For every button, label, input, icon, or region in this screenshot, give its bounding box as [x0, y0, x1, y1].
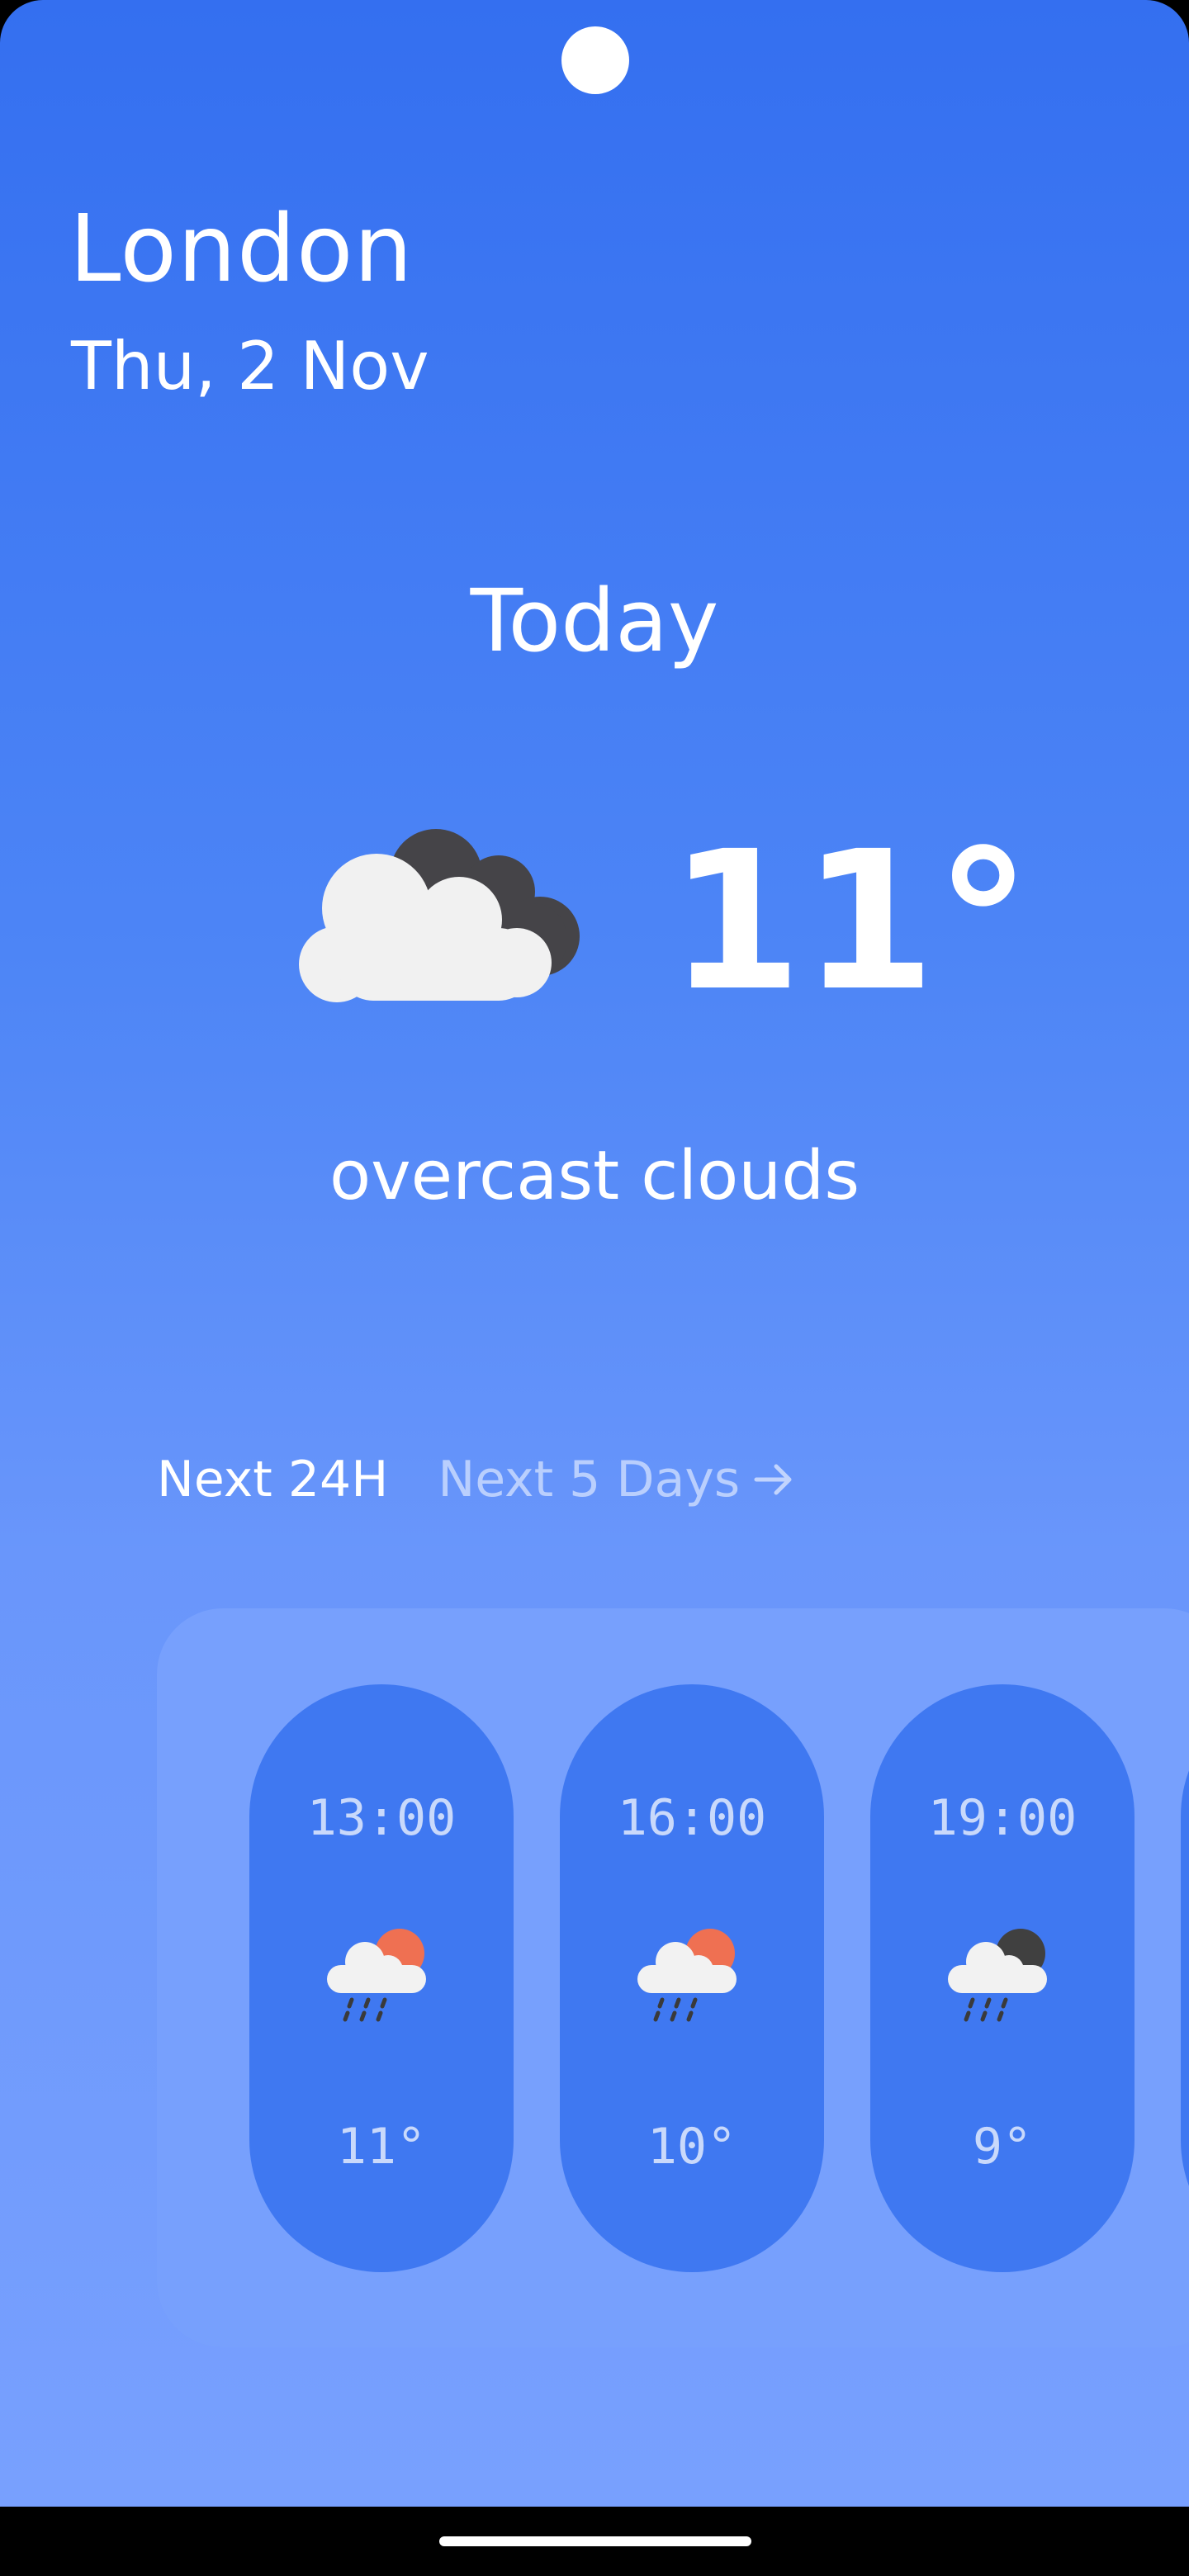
hourly-temperature: 9°: [972, 2118, 1033, 2176]
weather-screen: London Thu, 2 Nov Today 11° overcast clo…: [0, 0, 1189, 2507]
hourly-temperature: 10°: [647, 2118, 737, 2176]
front-camera: [561, 26, 629, 94]
rain-moon-icon: [948, 1929, 1047, 2022]
hourly-card[interactable]: 19:00 9°: [870, 1684, 1135, 2272]
home-indicator[interactable]: [439, 2536, 751, 2546]
overcast-clouds-icon: [299, 829, 580, 1002]
rain-sun-icon: [637, 1929, 737, 2022]
forecast-tabs: Next 24H Next 5 Days: [157, 1455, 796, 1504]
weather-condition: overcast clouds: [329, 1137, 860, 1215]
current-temperature: 11°: [669, 810, 1031, 1033]
navigation-bar: [0, 2507, 1189, 2576]
current-date: Thu, 2 Nov: [71, 328, 429, 405]
arrow-right-icon: [754, 1464, 792, 1495]
hourly-card[interactable]: 16:00 10°: [560, 1684, 824, 2272]
hourly-temperature: 11°: [336, 2118, 427, 2176]
hourly-card[interactable]: 13:00 11°: [249, 1684, 514, 2272]
hourly-time: 19:00: [927, 1789, 1078, 1847]
city-name: London: [69, 196, 414, 303]
tab-next-5-days-label: Next 5 Days: [438, 1451, 741, 1508]
hourly-time: 13:00: [306, 1789, 457, 1847]
hourly-time: 16:00: [617, 1789, 767, 1847]
tab-next-24h[interactable]: Next 24H: [157, 1455, 388, 1504]
tab-next-5-days[interactable]: Next 5 Days: [438, 1455, 796, 1504]
rain-sun-icon: [327, 1929, 426, 2022]
today-heading: Today: [470, 571, 719, 671]
